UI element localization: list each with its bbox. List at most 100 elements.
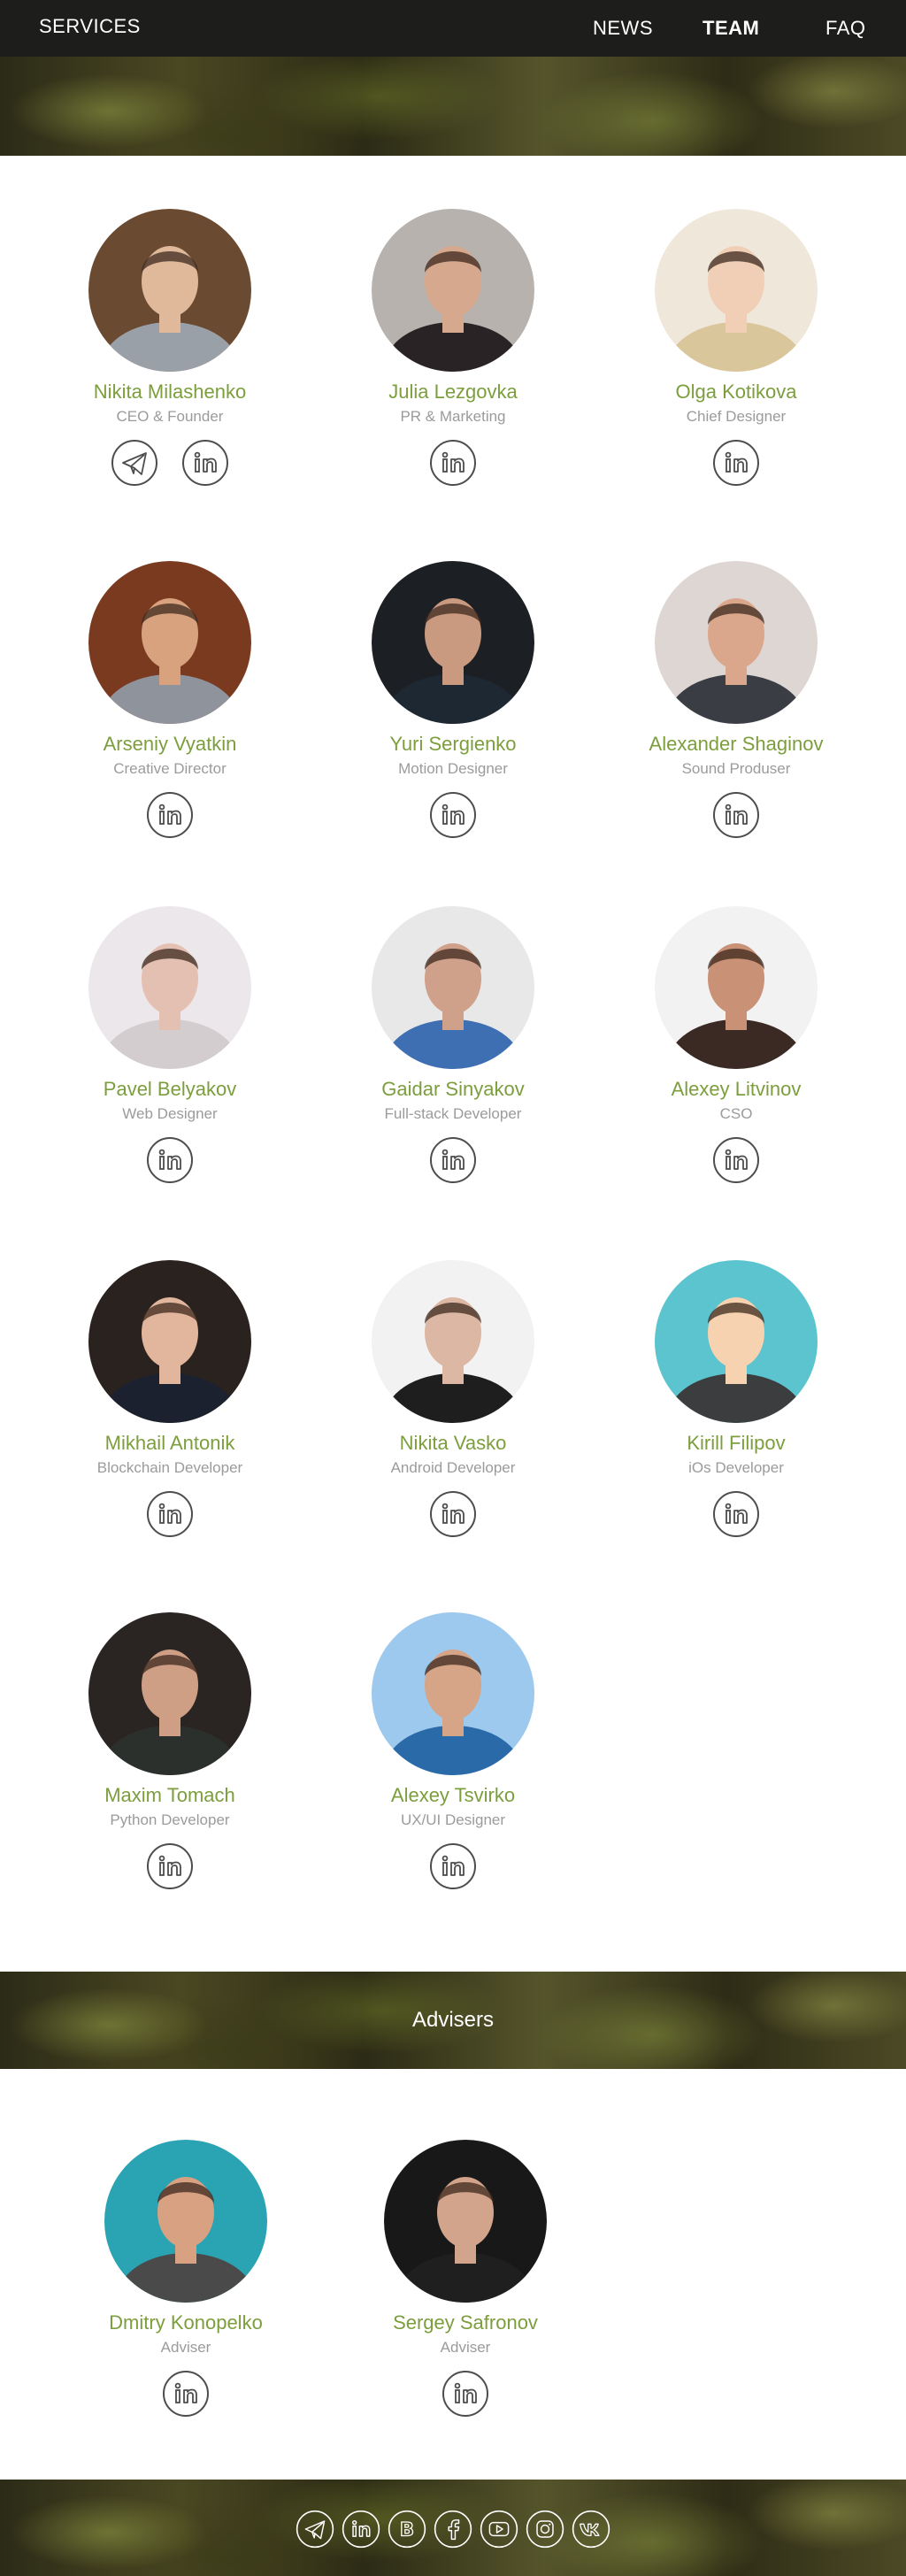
linkedin-icon[interactable]: [712, 439, 760, 487]
team-member-card: Julia Lezgovka PR & Marketing: [347, 209, 559, 487]
svg-text:B: B: [400, 2518, 414, 2540]
team-member-card: Gaidar Sinyakov Full-stack Developer: [347, 906, 559, 1184]
telegram-icon[interactable]: [111, 439, 158, 487]
member-social-links: [64, 1136, 276, 1184]
member-role: Adviser: [160, 2339, 211, 2356]
team-member-card: Nikita Milashenko CEO & Founder: [64, 209, 276, 487]
member-social-links: [347, 1490, 559, 1538]
footer-telegram-icon[interactable]: [296, 2510, 334, 2549]
member-photo: [384, 2140, 547, 2303]
linkedin-icon[interactable]: [146, 1490, 194, 1538]
member-role: Blockchain Developer: [96, 1459, 243, 1476]
team-member-card: Pavel Belyakov Web Designer: [64, 906, 276, 1184]
linkedin-icon[interactable]: [146, 791, 194, 839]
footer-instagram-icon[interactable]: [526, 2510, 564, 2549]
footer-youtube-icon[interactable]: [480, 2510, 518, 2549]
member-name: Gaidar Sinyakov: [381, 1078, 525, 1100]
team-member-card: Alexey Tsvirko UX/UI Designer: [347, 1612, 559, 1890]
member-social-links: [347, 1842, 559, 1890]
member-role: iOs Developer: [688, 1459, 784, 1476]
linkedin-icon[interactable]: [162, 2370, 210, 2418]
member-role: Adviser: [440, 2339, 491, 2356]
member-social-links: [64, 1842, 276, 1890]
member-role: PR & Marketing: [400, 408, 506, 425]
member-role: Android Developer: [390, 1459, 516, 1476]
advisers-member-card: Dmitry Konopelko Adviser: [80, 2140, 292, 2418]
team-member-card: Olga Kotikova Chief Designer: [630, 209, 842, 487]
footer-bitcoin-icon[interactable]: B: [388, 2510, 426, 2549]
member-name: Julia Lezgovka: [388, 381, 518, 403]
member-photo: [88, 209, 251, 372]
team-member-card: Arseniy Vyatkin Creative Director: [64, 561, 276, 839]
member-photo: [655, 906, 818, 1069]
member-name: Nikita Milashenko: [93, 381, 247, 403]
hero-banner: [0, 57, 906, 156]
linkedin-icon[interactable]: [441, 2370, 489, 2418]
nav-team-link[interactable]: TEAM: [703, 17, 759, 40]
member-name: Alexander Shaginov: [649, 733, 824, 755]
member-role: Creative Director: [113, 760, 226, 777]
team-member-card: Maxim Tomach Python Developer: [64, 1612, 276, 1890]
member-role: UX/UI Designer: [400, 1811, 506, 1828]
linkedin-icon[interactable]: [181, 439, 229, 487]
member-social-links: [630, 439, 842, 487]
member-social-links: [630, 1136, 842, 1184]
team-member-card: Kirill Filipov iOs Developer: [630, 1260, 842, 1538]
footer-linkedin-icon[interactable]: [342, 2510, 380, 2549]
member-name: Nikita Vasko: [399, 1432, 507, 1454]
member-photo: [655, 1260, 818, 1423]
nav-faq-link[interactable]: FAQ: [825, 17, 866, 40]
member-role: Motion Designer: [398, 760, 508, 777]
member-photo: [372, 906, 534, 1069]
member-photo: [655, 561, 818, 724]
team-member-card: Yuri Sergienko Motion Designer: [347, 561, 559, 839]
member-name: Olga Kotikova: [675, 381, 797, 403]
member-social-links: [630, 791, 842, 839]
linkedin-icon[interactable]: [429, 1490, 477, 1538]
member-role: Web Designer: [122, 1105, 218, 1122]
member-name: Dmitry Konopelko: [109, 2311, 263, 2334]
member-role: Chief Designer: [686, 408, 787, 425]
member-social-links: [630, 1490, 842, 1538]
member-name: Alexey Litvinov: [671, 1078, 802, 1100]
team-member-card: Alexey Litvinov CSO: [630, 906, 842, 1184]
member-name: Pavel Belyakov: [103, 1078, 237, 1100]
member-role: Python Developer: [110, 1811, 230, 1828]
member-name: Alexey Tsvirko: [390, 1784, 516, 1806]
member-name: Sergey Safronov: [393, 2311, 538, 2334]
linkedin-icon[interactable]: [146, 1842, 194, 1890]
member-social-links: [347, 1136, 559, 1184]
member-social-links: [64, 439, 276, 487]
linkedin-icon[interactable]: [429, 791, 477, 839]
member-social-links: [347, 439, 559, 487]
member-social-links: [64, 1490, 276, 1538]
team-member-card: Mikhail Antonik Blockchain Developer: [64, 1260, 276, 1538]
member-photo: [372, 209, 534, 372]
footer-facebook-icon[interactable]: [434, 2510, 472, 2549]
member-social-links: [80, 2370, 292, 2418]
linkedin-icon[interactable]: [146, 1136, 194, 1184]
member-photo: [372, 1612, 534, 1775]
advisers-banner: Advisers: [0, 1972, 906, 2069]
linkedin-icon[interactable]: [712, 791, 760, 839]
member-name: Mikhail Antonik: [104, 1432, 235, 1454]
member-role: CEO & Founder: [116, 408, 224, 425]
member-social-links: [64, 791, 276, 839]
advisers-member-card: Sergey Safronov Adviser: [359, 2140, 572, 2418]
footer-vk-icon[interactable]: [572, 2510, 610, 2549]
linkedin-icon[interactable]: [712, 1136, 760, 1184]
member-photo: [88, 1612, 251, 1775]
nav-services-link[interactable]: SERVICES: [39, 15, 141, 38]
member-photo: [88, 561, 251, 724]
member-photo: [372, 1260, 534, 1423]
linkedin-icon[interactable]: [429, 1136, 477, 1184]
linkedin-icon[interactable]: [712, 1490, 760, 1538]
linkedin-icon[interactable]: [429, 1842, 477, 1890]
advisers-heading: Advisers: [411, 2008, 495, 2032]
member-photo: [372, 561, 534, 724]
footer-social-links: B: [0, 2510, 906, 2549]
linkedin-icon[interactable]: [429, 439, 477, 487]
member-role: Full-stack Developer: [384, 1105, 522, 1122]
member-social-links: [347, 791, 559, 839]
nav-news-link[interactable]: NEWS: [593, 17, 653, 40]
